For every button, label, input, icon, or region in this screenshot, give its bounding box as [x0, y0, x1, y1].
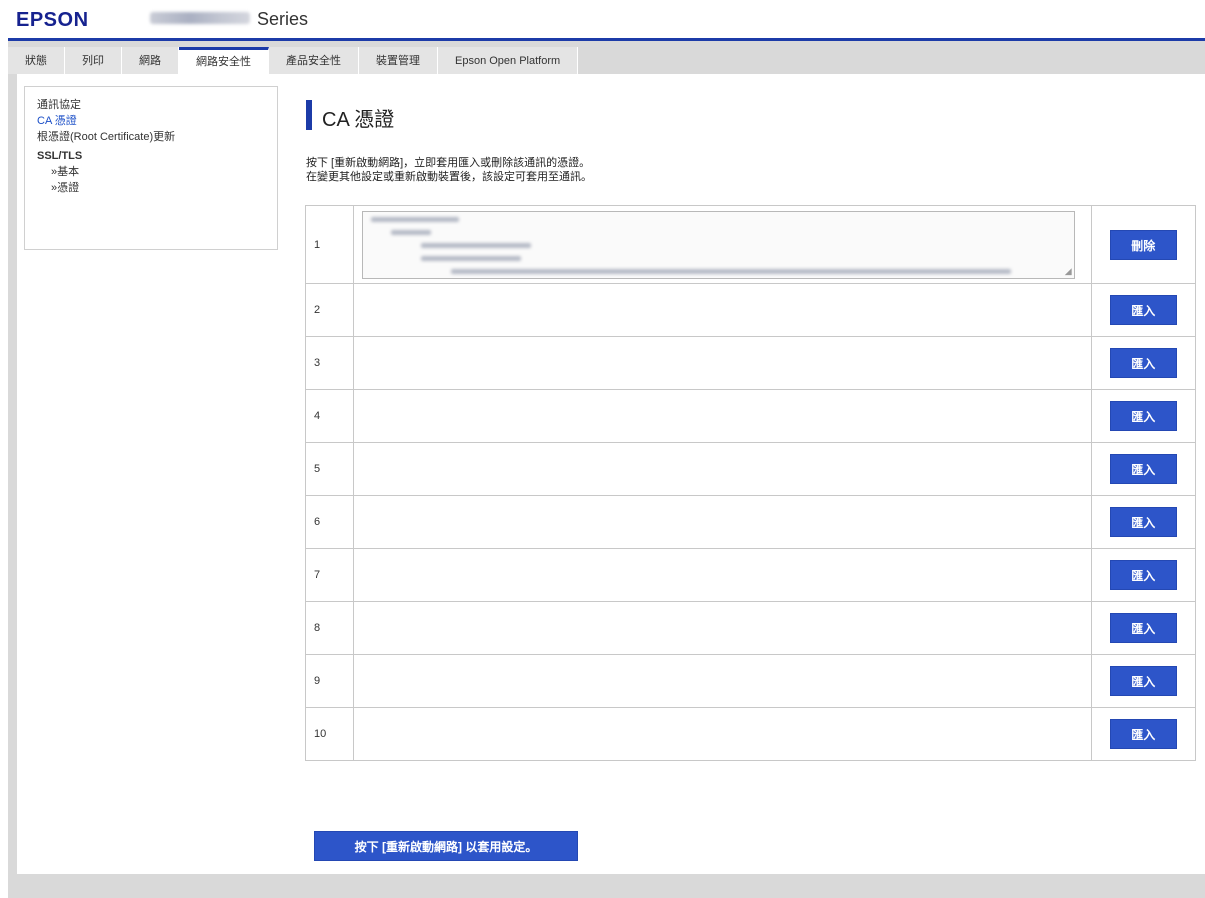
tab-network[interactable]: 網路	[122, 47, 179, 74]
sidebar-item-ca-certificate[interactable]: CA 憑證	[37, 113, 277, 129]
row-number: 4	[305, 389, 354, 443]
sidebar-item-certificate[interactable]: »憑證	[37, 180, 277, 196]
certificate-cell: ◢	[352, 205, 1092, 284]
row-number: 6	[305, 495, 354, 549]
bottom-strip	[8, 874, 1205, 898]
epson-logo: EPSON	[16, 9, 89, 31]
tab-print[interactable]: 列印	[65, 47, 122, 74]
action-cell: 匯入	[1090, 654, 1196, 708]
table-row: 2 匯入	[305, 283, 1196, 337]
certificate-cell	[352, 707, 1092, 761]
row-number: 8	[305, 601, 354, 655]
action-cell: 匯入	[1090, 389, 1196, 443]
accent-line	[8, 38, 1205, 41]
description-line-1: 按下 [重新啟動網路]，立即套用匯入或刪除該通訊的憑證。	[306, 157, 591, 169]
import-button[interactable]: 匯入	[1109, 560, 1177, 590]
tab-network-security[interactable]: 網路安全性	[179, 47, 269, 74]
tab-device-management[interactable]: 裝置管理	[359, 47, 438, 74]
page-header: EPSON Series	[0, 0, 1205, 34]
import-button[interactable]: 匯入	[1109, 401, 1177, 431]
delete-button[interactable]: 刪除	[1109, 229, 1177, 260]
table-row: 4 匯入	[305, 389, 1196, 443]
table-row: 10 匯入	[305, 707, 1196, 761]
certificate-text-line	[420, 242, 531, 248]
main-tabs: 狀態 列印 網路 網路安全性 產品安全性 裝置管理 Epson Open Pla…	[8, 47, 579, 74]
certificate-text-line	[390, 229, 431, 235]
tab-status[interactable]: 狀態	[8, 47, 65, 74]
action-cell: 匯入	[1090, 495, 1196, 549]
row-number: 3	[305, 336, 354, 390]
action-cell: 匯入	[1090, 601, 1196, 655]
table-row: 9 匯入	[305, 654, 1196, 708]
certificate-cell	[352, 548, 1092, 602]
sidebar-item-basic[interactable]: »基本	[37, 164, 277, 180]
action-cell: 匯入	[1090, 336, 1196, 390]
action-cell: 匯入	[1090, 442, 1196, 496]
import-button[interactable]: 匯入	[1109, 295, 1177, 325]
model-name-redacted	[150, 12, 250, 24]
import-button[interactable]: 匯入	[1109, 719, 1177, 749]
row-number: 2	[305, 283, 354, 337]
import-button[interactable]: 匯入	[1109, 613, 1177, 643]
certificate-text-line	[420, 255, 521, 261]
certificate-cell	[352, 283, 1092, 337]
tab-epson-open-platform[interactable]: Epson Open Platform	[438, 47, 579, 74]
apply-settings-button[interactable]: 按下 [重新啟動網路] 以套用設定。	[314, 831, 578, 861]
sidebar: 通訊協定 CA 憑證 根憑證(Root Certificate)更新 SSL/T…	[24, 86, 278, 250]
row-number: 10	[305, 707, 354, 761]
row-number: 7	[305, 548, 354, 602]
row-number: 1	[305, 205, 354, 284]
import-button[interactable]: 匯入	[1109, 348, 1177, 378]
table-row: 7 匯入	[305, 548, 1196, 602]
import-button[interactable]: 匯入	[1109, 454, 1177, 484]
tab-product-security[interactable]: 產品安全性	[269, 47, 359, 74]
certificate-cell	[352, 495, 1092, 549]
table-row: 5 匯入	[305, 442, 1196, 496]
certificate-cell	[352, 389, 1092, 443]
action-cell: 匯入	[1090, 707, 1196, 761]
page-description: 按下 [重新啟動網路]，立即套用匯入或刪除該通訊的憑證。 在變更其他設定或重新啟…	[306, 156, 592, 184]
certificate-text-line	[370, 216, 459, 222]
action-cell: 刪除	[1090, 205, 1196, 284]
table-row: 3 匯入	[305, 336, 1196, 390]
certificate-cell	[352, 442, 1092, 496]
action-cell: 匯入	[1090, 283, 1196, 337]
action-cell: 匯入	[1090, 548, 1196, 602]
table-row: 1 ◢ 刪除	[305, 205, 1196, 284]
certificate-cell	[352, 336, 1092, 390]
sidebar-item-root-certificate-update[interactable]: 根憑證(Root Certificate)更新	[37, 129, 277, 145]
table-row: 6 匯入	[305, 495, 1196, 549]
certificate-text-area[interactable]: ◢	[361, 210, 1075, 279]
row-number: 5	[305, 442, 354, 496]
page-title: CA 憑證	[322, 109, 395, 131]
certificate-cell	[352, 654, 1092, 708]
import-button[interactable]: 匯入	[1109, 507, 1177, 537]
table-row: 8 匯入	[305, 601, 1196, 655]
certificate-table: 1 ◢ 刪除 2 匯入 3 匯入 4 匯入 5 匯入 6 匯入 7 匯入 8 匯…	[305, 205, 1196, 761]
resize-handle-icon[interactable]: ◢	[1065, 266, 1072, 276]
sidebar-section-ssl-tls: SSL/TLS	[37, 150, 83, 162]
title-accent-bar	[306, 100, 312, 130]
row-number: 9	[305, 654, 354, 708]
description-line-2: 在變更其他設定或重新啟動裝置後，該設定可套用至通訊。	[306, 171, 592, 183]
certificate-cell	[352, 601, 1092, 655]
certificate-text-line	[450, 268, 1011, 274]
series-label: Series	[257, 9, 309, 29]
import-button[interactable]: 匯入	[1109, 666, 1177, 696]
sidebar-item-protocol[interactable]: 通訊協定	[37, 97, 277, 113]
